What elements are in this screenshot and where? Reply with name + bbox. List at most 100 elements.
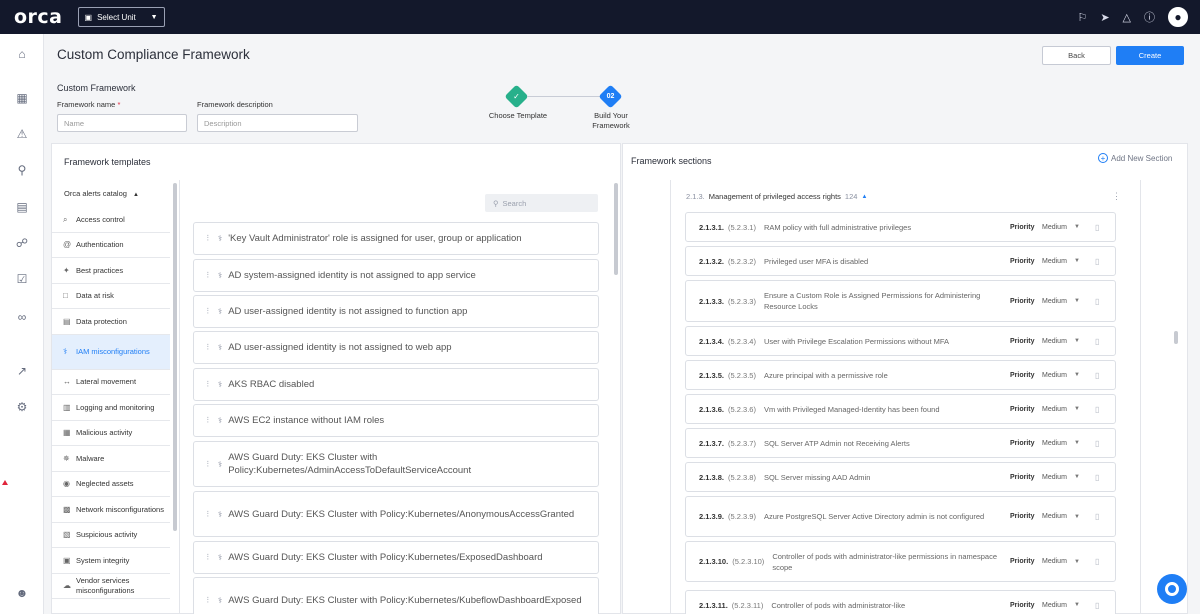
- unit-select[interactable]: ▣ Select Unit ▼: [77, 7, 165, 27]
- template-item[interactable]: ⠇ ⚕ AD system-assigned identity is not ass…: [193, 259, 599, 292]
- priority-dropdown[interactable]: Medium: [1042, 558, 1067, 565]
- category-item[interactable]: ↔ Lateral movement: [52, 370, 170, 395]
- inventory-icon[interactable]: ▤: [12, 197, 32, 217]
- category-item[interactable]: ⚕ IAM misconfigurations: [52, 334, 170, 370]
- category-item[interactable]: @ Authentication: [52, 233, 170, 258]
- priority-dropdown[interactable]: Medium: [1042, 224, 1067, 231]
- category-item[interactable]: ▦ Malicious activity: [52, 421, 170, 446]
- category-item[interactable]: ☁ Vendor services misconfigurations: [52, 574, 170, 599]
- rule-row[interactable]: 2.1.3.2. (5.2.3.2) Privileged user MFA is …: [685, 246, 1116, 276]
- priority-dropdown[interactable]: Medium: [1042, 406, 1067, 413]
- category-item[interactable]: ⌕ Access control: [52, 207, 170, 233]
- add-new-section-button[interactable]: + Add New Section: [1098, 153, 1172, 163]
- category-item[interactable]: □ Data at risk: [52, 284, 170, 309]
- delete-icon[interactable]: ▯: [1095, 512, 1099, 521]
- template-item[interactable]: ⠇ ⚕ AWS Guard Duty: EKS Cluster with Polic…: [193, 541, 599, 574]
- rule-row[interactable]: 2.1.3.10. (5.2.3.10) Controller of pods wi…: [685, 541, 1116, 582]
- priority-dropdown[interactable]: Medium: [1042, 338, 1067, 345]
- template-item[interactable]: ⠇ ⚕ AD user-assigned identity is not assig…: [193, 331, 599, 364]
- delete-icon[interactable]: ▯: [1095, 297, 1099, 306]
- catalog-dropdown[interactable]: Orca alerts catalog ▲: [64, 189, 139, 198]
- priority-dropdown[interactable]: Medium: [1042, 474, 1067, 481]
- drag-handle-icon[interactable]: ⠇: [206, 551, 212, 564]
- priority-dropdown[interactable]: Medium: [1042, 440, 1067, 447]
- shiftleft-icon[interactable]: ↗: [12, 361, 32, 381]
- template-item[interactable]: ⠇ ⚕ AWS Guard Duty: EKS Cluster with Polic…: [193, 441, 599, 487]
- rule-row[interactable]: 2.1.3.9. (5.2.3.9) Azure PostgreSQL Server…: [685, 496, 1116, 537]
- delete-icon[interactable]: ▯: [1095, 473, 1099, 482]
- rule-row[interactable]: 2.1.3.1. (5.2.3.1) RAM policy with full ad…: [685, 212, 1116, 242]
- settings-icon[interactable]: ⚙: [12, 397, 32, 417]
- category-item[interactable]: ▥ Logging and monitoring: [52, 395, 170, 421]
- drag-handle-icon[interactable]: ⠇: [206, 594, 212, 607]
- template-item[interactable]: ⠇ ⚕ AWS EC2 instance without IAM roles: [193, 404, 599, 437]
- framework-description-input[interactable]: Description: [197, 114, 358, 132]
- template-item[interactable]: ⠇ ⚕ AWS Guard Duty: EKS Cluster with Polic…: [193, 577, 599, 614]
- category-scrollbar[interactable]: [173, 183, 177, 531]
- alerts-icon[interactable]: ⚠: [12, 124, 32, 144]
- template-item[interactable]: ⠇ ⚕ AWS Guard Duty: EKS Cluster with Polic…: [193, 491, 599, 537]
- template-item[interactable]: ⠇ ⚕ 'Key Vault Administrator' role is assi…: [193, 222, 599, 255]
- delete-icon[interactable]: ▯: [1095, 223, 1099, 232]
- drag-handle-icon[interactable]: ⠇: [206, 305, 212, 318]
- dashboard-icon[interactable]: ▦: [12, 88, 32, 108]
- orca-logo[interactable]: orca: [14, 6, 63, 28]
- template-scrollbar[interactable]: [614, 183, 618, 275]
- rule-row[interactable]: 2.1.3.11. (5.2.3.11) Controller of pods wi…: [685, 590, 1116, 614]
- home-icon[interactable]: ⌂: [12, 44, 32, 64]
- category-item[interactable]: ▣ System integrity: [52, 548, 170, 574]
- flag-icon[interactable]: ⚐: [1077, 11, 1087, 24]
- user-icon[interactable]: ☻: [12, 583, 32, 603]
- priority-dropdown[interactable]: Medium: [1042, 513, 1067, 520]
- priority-dropdown[interactable]: Medium: [1042, 372, 1067, 379]
- delete-icon[interactable]: ▯: [1095, 557, 1099, 566]
- priority-dropdown[interactable]: Medium: [1042, 298, 1067, 305]
- bell-icon[interactable]: △: [1123, 11, 1131, 24]
- rule-row[interactable]: 2.1.3.6. (5.2.3.6) Vm with Privileged Mana…: [685, 394, 1116, 424]
- rule-row[interactable]: 2.1.3.7. (5.2.3.7) SQL Server ATP Admin no…: [685, 428, 1116, 458]
- kebab-menu-icon[interactable]: ⋮: [1112, 191, 1121, 202]
- search-icon[interactable]: ⚲: [12, 160, 32, 180]
- rule-row[interactable]: 2.1.3.5. (5.2.3.5) Azure principal with a …: [685, 360, 1116, 390]
- template-search-input[interactable]: ⚲ Search: [485, 194, 598, 212]
- drag-handle-icon[interactable]: ⠇: [206, 414, 212, 427]
- delete-icon[interactable]: ▯: [1095, 371, 1099, 380]
- help-icon[interactable]: ⓘ: [1144, 9, 1155, 25]
- framework-name-input[interactable]: Name: [57, 114, 187, 132]
- category-item[interactable]: ▤ Data protection: [52, 309, 170, 335]
- compliance-icon[interactable]: ☑: [12, 269, 32, 289]
- delete-icon[interactable]: ▯: [1095, 337, 1099, 346]
- megaphone-icon[interactable]: ➤: [1100, 11, 1109, 24]
- category-item[interactable]: ▩ Network misconfigurations: [52, 497, 170, 523]
- graph-icon[interactable]: ☍: [12, 233, 32, 253]
- integrations-icon[interactable]: ∞: [12, 307, 32, 327]
- rule-row[interactable]: 2.1.3.3. (5.2.3.3) Ensure a Custom Role is…: [685, 280, 1116, 322]
- category-item[interactable]: ▧ Suspicious activity: [52, 523, 170, 548]
- drag-handle-icon[interactable]: ⠇: [206, 341, 212, 354]
- template-item[interactable]: ⠇ ⚕ AKS RBAC disabled: [193, 368, 599, 401]
- create-button[interactable]: Create: [1116, 46, 1184, 65]
- category-item[interactable]: ◉ Neglected assets: [52, 472, 170, 497]
- priority-dropdown[interactable]: Medium: [1042, 602, 1067, 609]
- drag-handle-icon[interactable]: ⠇: [206, 458, 212, 471]
- rule-row[interactable]: 2.1.3.8. (5.2.3.8) SQL Server missing AAD …: [685, 462, 1116, 492]
- priority-dropdown[interactable]: Medium: [1042, 258, 1067, 265]
- template-item[interactable]: ⠇ ⚕ AD user-assigned identity is not assig…: [193, 295, 599, 328]
- drag-handle-icon[interactable]: ⠇: [206, 232, 212, 245]
- drag-handle-icon[interactable]: ⠇: [206, 508, 212, 521]
- delete-icon[interactable]: ▯: [1095, 257, 1099, 266]
- rule-text: Azure principal with a permissive role: [763, 370, 888, 380]
- sections-scrollbar[interactable]: [1174, 331, 1178, 344]
- user-avatar-icon[interactable]: ●: [1168, 7, 1188, 27]
- drag-handle-icon[interactable]: ⠇: [206, 378, 212, 391]
- delete-icon[interactable]: ▯: [1095, 601, 1099, 610]
- section-header[interactable]: 2.1.3. Management of privileged access r…: [686, 192, 867, 201]
- delete-icon[interactable]: ▯: [1095, 439, 1099, 448]
- back-button[interactable]: Back: [1042, 46, 1111, 65]
- help-chat-button[interactable]: [1157, 574, 1187, 604]
- delete-icon[interactable]: ▯: [1095, 405, 1099, 414]
- category-item[interactable]: ✵ Malware: [52, 446, 170, 472]
- drag-handle-icon[interactable]: ⠇: [206, 269, 212, 282]
- category-item[interactable]: ✦ Best practices: [52, 258, 170, 284]
- rule-row[interactable]: 2.1.3.4. (5.2.3.4) User with Privilege Esc…: [685, 326, 1116, 356]
